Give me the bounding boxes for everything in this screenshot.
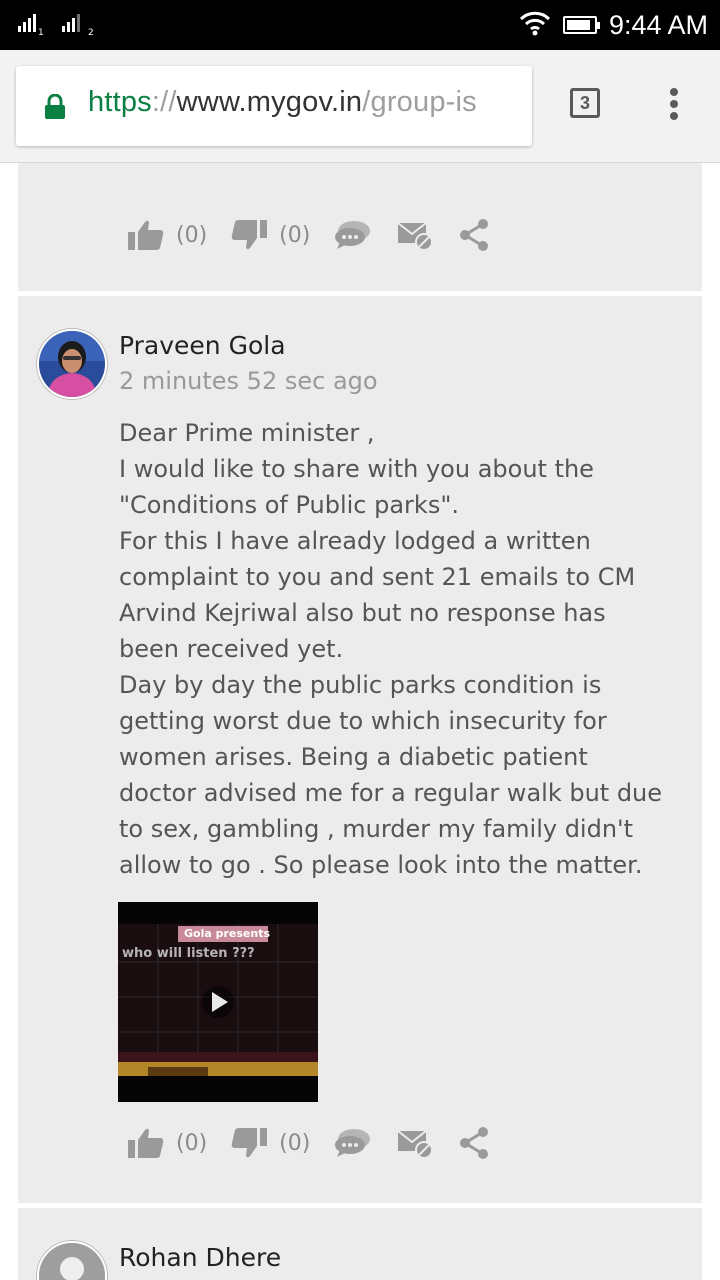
- comment-line: Dear Prime minister ,: [119, 419, 375, 447]
- comment-line: complaint to you and sent 21 emails to C…: [119, 563, 636, 591]
- battery-icon: [562, 16, 600, 34]
- comment-actions: (0) (0): [128, 215, 514, 255]
- email-block-icon: [397, 1130, 434, 1159]
- status-bar: 1 2 9:44 AM: [0, 0, 720, 50]
- signal-icon: [18, 14, 36, 32]
- url-path: /group-is: [362, 86, 477, 118]
- thumbs-down-icon: [231, 1128, 268, 1158]
- comment-line: allow to go . So please look into the ma…: [119, 851, 643, 879]
- comment-line: to sex, gambling , murder my family didn…: [119, 815, 634, 843]
- share-button[interactable]: [458, 218, 490, 252]
- dislike-count: (0): [279, 222, 311, 248]
- like-button[interactable]: (0): [128, 1127, 207, 1159]
- avatar[interactable]: [37, 1241, 107, 1280]
- comment-line: getting worst due to which insecurity fo…: [119, 707, 607, 735]
- wifi-icon: [519, 10, 551, 40]
- thumbs-down-icon: [231, 220, 268, 250]
- reply-button[interactable]: [334, 1128, 372, 1158]
- comment-line: women arises. Being a diabetic patient: [119, 743, 588, 771]
- overflow-menu-icon[interactable]: [668, 88, 680, 124]
- like-count: (0): [176, 222, 208, 248]
- comment-line: For this I have already lodged a written: [119, 527, 591, 555]
- comment-actions: (0) (0): [128, 1123, 514, 1163]
- comment-line: I would like to share with you about the: [119, 455, 594, 483]
- reply-comment-icon: [335, 221, 371, 249]
- like-button[interactable]: (0): [128, 219, 207, 251]
- dislike-button[interactable]: (0): [231, 219, 310, 251]
- tab-switcher-button[interactable]: 3: [570, 88, 600, 118]
- comment-line: Day by day the public parks condition is: [119, 671, 602, 699]
- reply-button[interactable]: [334, 220, 372, 250]
- signal-icon: [62, 14, 80, 32]
- url-host: www.mygov.in: [176, 86, 363, 118]
- sim2-label: 2: [88, 28, 94, 38]
- email-block-icon: [397, 222, 434, 251]
- url-text[interactable]: https://www.mygov.in/group-is: [88, 86, 477, 119]
- comment-body: Dear Prime minister , I would like to sh…: [119, 415, 679, 883]
- comment-card: Rohan Dhere: [18, 1208, 702, 1280]
- comment-line: Arvind Kejriwal also but no response has: [119, 599, 606, 627]
- dislike-button[interactable]: (0): [231, 1127, 310, 1159]
- url-separator: ://: [151, 86, 177, 118]
- video-title-overlay: Gola presents: [184, 927, 271, 940]
- email-button[interactable]: [396, 1127, 434, 1159]
- video-subtitle-overlay: who will listen ???: [122, 946, 255, 961]
- reply-comment-icon: [335, 1129, 371, 1157]
- share-icon: [460, 1127, 489, 1159]
- email-button[interactable]: [396, 219, 434, 251]
- share-icon: [460, 219, 489, 251]
- thumbs-up-icon: [128, 1128, 164, 1158]
- comment-feed[interactable]: (0) (0) Praveen Gola 2 minutes 52 sec ag…: [0, 163, 720, 1280]
- thumbs-up-icon: [128, 220, 164, 250]
- lock-icon: [44, 93, 66, 124]
- comment-author[interactable]: Rohan Dhere: [119, 1243, 281, 1272]
- video-thumbnail[interactable]: Gola presents who will listen ???: [118, 902, 318, 1102]
- browser-toolbar: https://www.mygov.in/group-is 3: [0, 50, 720, 163]
- comment-card: (0) (0): [18, 163, 702, 291]
- comment-line: doctor advised me for a regular walk but…: [119, 779, 663, 807]
- comment-timestamp: 2 minutes 52 sec ago: [119, 367, 378, 395]
- comment-author[interactable]: Praveen Gola: [119, 331, 286, 360]
- status-time: 9:44 AM: [608, 9, 708, 40]
- comment-line: been received yet.: [119, 635, 344, 663]
- dislike-count: (0): [279, 1130, 311, 1156]
- share-button[interactable]: [458, 1126, 490, 1160]
- address-bar[interactable]: https://www.mygov.in/group-is: [16, 66, 532, 146]
- sim1-label: 1: [38, 28, 44, 38]
- avatar[interactable]: [37, 329, 107, 399]
- like-count: (0): [176, 1130, 208, 1156]
- comment-card: Praveen Gola 2 minutes 52 sec ago Dear P…: [18, 296, 702, 1203]
- url-scheme: https: [88, 86, 152, 118]
- comment-line: "Conditions of Public parks".: [119, 491, 459, 519]
